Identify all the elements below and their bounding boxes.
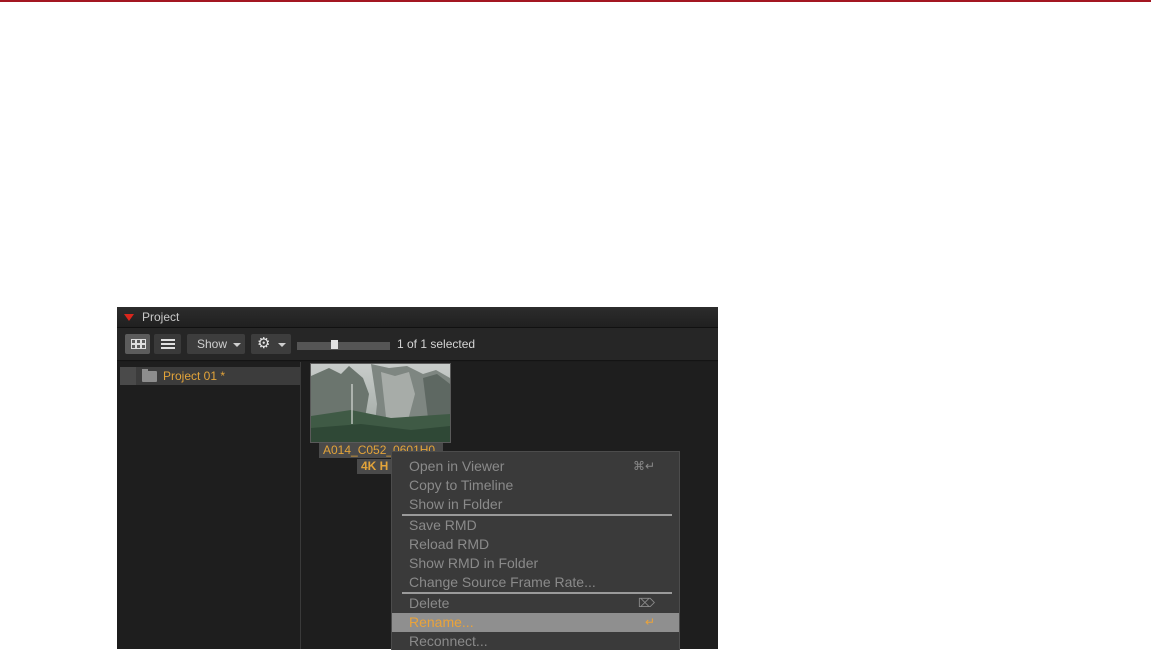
project-tree: Project 01 *: [120, 362, 301, 649]
menu-item-label: Change Source Frame Rate...: [409, 574, 596, 590]
tree-item-label: Project 01 *: [163, 369, 226, 383]
menu-item-label: Reconnect...: [409, 633, 488, 649]
show-label: Show: [197, 337, 228, 351]
keyboard-shortcut: ⌘↵: [632, 459, 655, 473]
return-key-icon: ↵: [644, 615, 655, 629]
menu-item-reconnect[interactable]: Reconnect...: [392, 632, 679, 650]
chevron-down-icon: [233, 343, 241, 347]
panel-title-bar: Project: [117, 307, 718, 328]
tree-row-gutter: [120, 367, 136, 385]
menu-item-open-in-viewer[interactable]: Open in Viewer ⌘↵: [392, 457, 679, 476]
tree-item-project[interactable]: Project 01 *: [120, 367, 300, 385]
menu-item-copy-to-timeline[interactable]: Copy to Timeline: [392, 476, 679, 495]
selection-count: 1 of 1 selected: [397, 337, 476, 351]
panel-title: Project: [142, 310, 180, 324]
menu-item-show-in-folder[interactable]: Show in Folder: [392, 495, 679, 514]
landscape-thumbnail-image: [311, 364, 450, 442]
menu-item-label: Save RMD: [409, 517, 477, 533]
menu-item-delete[interactable]: Delete ⌦: [392, 594, 679, 613]
menu-item-label: Delete: [409, 595, 450, 611]
delete-key-icon: ⌦: [638, 596, 655, 610]
menu-item-reload-rmd[interactable]: Reload RMD: [392, 535, 679, 554]
triangle-down-icon[interactable]: [124, 314, 134, 321]
clip-thumbnail[interactable]: [310, 363, 451, 443]
top-accent-rule: [0, 0, 1151, 2]
list-view-icon: [161, 339, 175, 349]
menu-item-rename[interactable]: Rename... ↵: [392, 613, 679, 632]
clip-resolution-badge: 4K H: [357, 459, 393, 474]
menu-item-label: Open in Viewer: [409, 458, 505, 474]
menu-item-label: Show in Folder: [409, 496, 503, 512]
project-toolbar: Show ⚙ 1 of 1 selected: [117, 328, 718, 361]
menu-item-label: Rename...: [409, 614, 474, 630]
thumbnail-size-slider[interactable]: [297, 342, 390, 350]
menu-item-change-source-frame-rate[interactable]: Change Source Frame Rate...: [392, 573, 679, 592]
grid-view-icon: [131, 339, 146, 349]
settings-dropdown[interactable]: ⚙: [251, 334, 291, 354]
slider-handle[interactable]: [331, 340, 338, 349]
menu-item-label: Show RMD in Folder: [409, 555, 539, 571]
gear-icon: ⚙: [257, 335, 271, 352]
chevron-down-icon: [278, 343, 286, 347]
menu-item-label: Copy to Timeline: [409, 477, 514, 493]
menu-item-label: Reload RMD: [409, 536, 490, 552]
show-dropdown[interactable]: Show: [187, 334, 245, 354]
list-view-button[interactable]: [154, 334, 181, 354]
clip-context-menu: Open in Viewer ⌘↵ Copy to Timeline Show …: [391, 451, 680, 650]
menu-item-save-rmd[interactable]: Save RMD: [392, 516, 679, 535]
folder-icon: [142, 369, 157, 382]
menu-item-show-rmd-in-folder[interactable]: Show RMD in Folder: [392, 554, 679, 573]
grid-view-button[interactable]: [125, 334, 150, 354]
